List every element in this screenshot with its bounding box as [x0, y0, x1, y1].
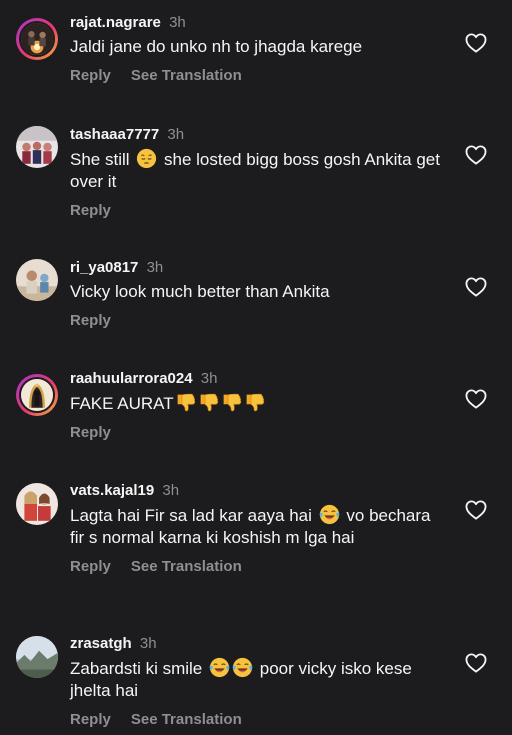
reply-button[interactable]: Reply: [70, 312, 111, 329]
heart-icon[interactable]: [465, 145, 487, 165]
comment-actions: Reply: [70, 312, 440, 330]
avatar[interactable]: [16, 126, 58, 168]
reply-button[interactable]: Reply: [70, 558, 111, 575]
comment-text: Zabardsti ki smile poor vicky isko kese …: [70, 657, 440, 702]
comment-actions: Reply See Translation: [70, 67, 440, 85]
thumbs-down-icon: [175, 392, 196, 413]
reply-button[interactable]: Reply: [70, 67, 111, 84]
comment-actions: Reply: [70, 202, 440, 220]
comment-text: Vicky look much better than Ankita: [70, 282, 330, 301]
tears-of-joy-emoji-icon: [319, 504, 340, 525]
comment-text-part: Lagta hai Fir sa lad kar aaya hai: [70, 506, 312, 525]
pensive-face-emoji-icon: [136, 148, 157, 169]
comment-meta: rajat.nagrare 3h: [70, 14, 440, 32]
comment-actions: Reply See Translation: [70, 558, 440, 576]
comment-meta: vats.kajal19 3h: [70, 482, 440, 500]
reply-button[interactable]: Reply: [70, 202, 111, 219]
comment-meta: ri_ya0817 3h: [70, 259, 440, 277]
reply-button[interactable]: Reply: [70, 424, 111, 441]
comment-time: 3h: [146, 259, 164, 276]
comment-time: 3h: [139, 635, 157, 652]
comment-text-part: FAKE AURAT: [70, 394, 174, 413]
comment-text-part: She still: [70, 150, 130, 169]
heart-icon[interactable]: [465, 33, 487, 53]
avatar[interactable]: [16, 18, 58, 60]
thumbs-down-icon: [198, 392, 219, 413]
see-translation-button[interactable]: See Translation: [131, 711, 242, 728]
avatar[interactable]: [16, 374, 58, 416]
comment-username[interactable]: vats.kajal19: [70, 482, 154, 499]
comment-username[interactable]: zrasatgh: [70, 635, 132, 652]
comment-meta: zrasatgh 3h: [70, 635, 440, 653]
comment-username[interactable]: rajat.nagrare: [70, 14, 161, 31]
comment-text: FAKE AURAT: [70, 392, 440, 415]
tears-of-joy-emoji-icon: [232, 657, 253, 678]
comment-meta: tashaaa7777 3h: [70, 126, 440, 144]
comment-text: Jaldi jane do unko nh to jhagda karege: [70, 37, 363, 56]
comment-time: 3h: [169, 14, 186, 31]
comment-text: Lagta hai Fir sa lad kar aaya hai vo bec…: [70, 504, 440, 549]
heart-icon[interactable]: [465, 500, 487, 520]
comment-username[interactable]: ri_ya0817: [70, 259, 138, 276]
avatar[interactable]: [16, 483, 58, 525]
thumbs-down-icon: [244, 392, 265, 413]
comment-time: 3h: [162, 482, 180, 499]
see-translation-button[interactable]: See Translation: [131, 558, 242, 575]
comment-actions: Reply See Translation: [70, 711, 440, 729]
reply-button[interactable]: Reply: [70, 711, 111, 728]
comment-meta: raahuularrora024 3h: [70, 370, 440, 388]
comment-time: 3h: [200, 370, 218, 387]
heart-icon[interactable]: [465, 389, 487, 409]
avatar[interactable]: [16, 259, 58, 301]
comment-time: 3h: [167, 126, 185, 143]
heart-icon[interactable]: [465, 653, 487, 673]
heart-icon[interactable]: [465, 277, 487, 297]
tears-of-joy-emoji-icon: [209, 657, 230, 678]
avatar[interactable]: [16, 636, 58, 678]
thumbs-down-icon: [221, 392, 242, 413]
comment-text: She still she losted bigg boss gosh Anki…: [70, 148, 440, 193]
comment-text-part: Zabardsti ki smile: [70, 659, 203, 678]
see-translation-button[interactable]: See Translation: [131, 67, 242, 84]
comment-actions: Reply: [70, 424, 440, 442]
comment-username[interactable]: tashaaa7777: [70, 126, 159, 143]
comment-username[interactable]: raahuularrora024: [70, 370, 193, 387]
